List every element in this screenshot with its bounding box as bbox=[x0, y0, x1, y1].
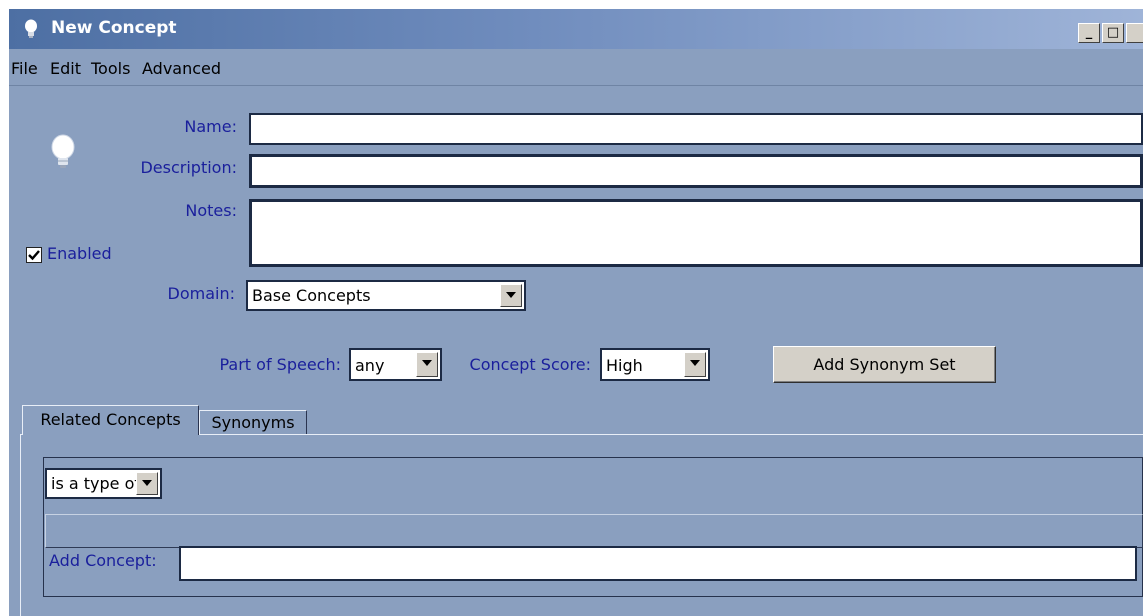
minimize-icon: _ bbox=[1085, 25, 1093, 40]
checkmark-icon bbox=[28, 250, 40, 261]
notes-textarea[interactable] bbox=[249, 199, 1143, 267]
add-synonym-set-button[interactable]: Add Synonym Set bbox=[773, 346, 996, 383]
related-concepts-list[interactable] bbox=[45, 514, 1143, 548]
menu-file[interactable]: File bbox=[11, 59, 38, 78]
description-label: Description: bbox=[140, 158, 237, 177]
menu-bar: File Edit Tools Advanced bbox=[9, 49, 1143, 86]
window-title: New Concept bbox=[51, 18, 177, 38]
concept-score-label: Concept Score: bbox=[469, 355, 591, 374]
maximize-button[interactable]: □ bbox=[1102, 23, 1124, 43]
lightbulb-icon bbox=[25, 19, 37, 38]
title-bar[interactable]: New Concept _ □ bbox=[9, 9, 1143, 49]
part-of-speech-label: Part of Speech: bbox=[219, 355, 341, 374]
add-concept-input[interactable] bbox=[179, 546, 1137, 581]
concept-window: New Concept _ □ File Edit Tools Advanced… bbox=[9, 9, 1143, 616]
minimize-button[interactable]: _ bbox=[1078, 23, 1100, 43]
chevron-down-icon[interactable] bbox=[136, 472, 158, 495]
part-of-speech-select[interactable]: any bbox=[349, 348, 442, 381]
relation-type-select[interactable]: is a type of bbox=[45, 468, 162, 499]
menu-edit[interactable]: Edit bbox=[50, 59, 81, 78]
domain-label: Domain: bbox=[167, 284, 235, 303]
tab-related-concepts[interactable]: Related Concepts bbox=[22, 405, 199, 435]
enabled-checkbox[interactable] bbox=[26, 247, 42, 263]
chevron-down-icon[interactable] bbox=[416, 352, 438, 377]
name-label: Name: bbox=[184, 117, 237, 136]
concept-score-select[interactable]: High bbox=[600, 348, 710, 381]
enabled-label: Enabled bbox=[47, 244, 112, 263]
chevron-down-icon[interactable] bbox=[684, 352, 706, 377]
chevron-down-icon[interactable] bbox=[500, 284, 522, 307]
menu-advanced[interactable]: Advanced bbox=[142, 59, 221, 78]
menu-tools[interactable]: Tools bbox=[91, 59, 130, 78]
notes-label: Notes: bbox=[185, 201, 237, 220]
maximize-icon: □ bbox=[1106, 25, 1120, 40]
description-input[interactable] bbox=[249, 154, 1143, 188]
name-input[interactable] bbox=[249, 113, 1143, 145]
tab-synonyms[interactable]: Synonyms bbox=[199, 410, 307, 435]
close-button[interactable] bbox=[1126, 23, 1143, 43]
add-concept-label: Add Concept: bbox=[49, 551, 157, 570]
lightbulb-icon bbox=[51, 134, 75, 168]
domain-select[interactable]: Base Concepts bbox=[246, 280, 526, 311]
